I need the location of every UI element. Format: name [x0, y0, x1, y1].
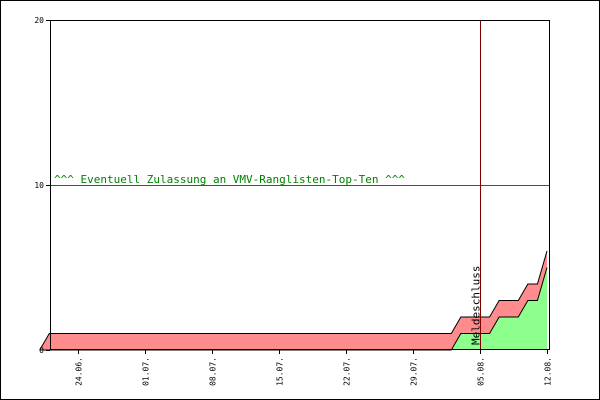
reference-line-label: ^^^ Eventuell Zulassung an VMV-Rangliste…	[54, 173, 405, 186]
y-tick-label: 0	[39, 346, 44, 355]
y-tick-label: 10	[34, 181, 44, 190]
chart: 0 10 20 24.06. 01.07. 08.07. 15.07. 22.07. 29.0…	[0, 0, 600, 400]
x-tick-label: 05.08.	[477, 357, 486, 386]
vertical-marker-label: Meldeschluss	[470, 266, 483, 345]
x-tick-label: 12.08.	[544, 357, 553, 386]
x-tick-label: 08.07.	[209, 357, 218, 386]
x-tick-label: 29.07.	[410, 357, 419, 386]
x-tick-label: 24.06.	[75, 357, 84, 386]
y-tick-label: 20	[34, 16, 44, 25]
x-tick-label: 22.07.	[343, 357, 352, 386]
x-tick-label: 15.07.	[276, 357, 285, 386]
x-tick-label: 01.07.	[142, 357, 151, 386]
